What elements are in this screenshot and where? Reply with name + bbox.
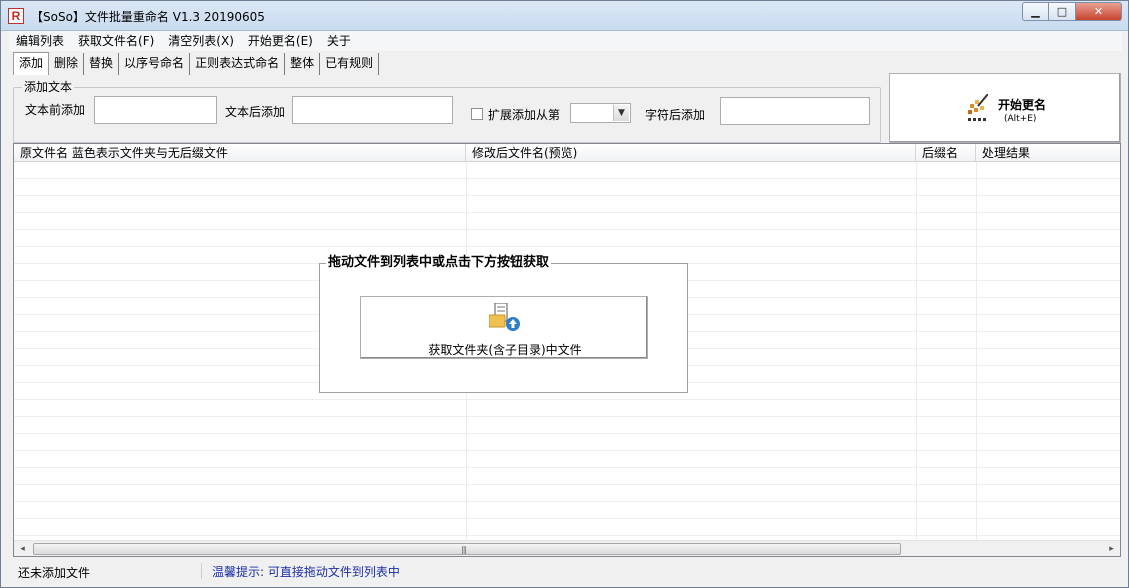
maximize-button[interactable]: □: [1049, 2, 1076, 21]
char-after-label: 字符后添加: [645, 108, 706, 122]
column-divider: [916, 162, 917, 540]
column-extension[interactable]: 后缀名: [916, 144, 976, 162]
prefix-input[interactable]: [94, 96, 217, 124]
tab-regex[interactable]: 正则表达式命名: [190, 53, 286, 75]
status-divider: [201, 563, 202, 579]
extend-label: 扩展添加从第: [488, 108, 561, 122]
menu-bar: 编辑列表 获取文件名(F) 清空列表(X) 开始更名(E) 关于: [9, 31, 1122, 51]
app-logo-icon: R: [8, 8, 24, 24]
drop-area-legend: 拖动文件到列表中或点击下方按钮获取: [326, 255, 552, 271]
add-text-group: 添加文本 文本前添加 文本后添加 扩展添加从第 ▼ 字符后添加: [13, 80, 881, 143]
file-list-header: 原文件名 蓝色表示文件夹与无后缀文件 修改后文件名(预览) 后缀名 处理结果: [14, 144, 1120, 162]
menu-about[interactable]: 关于: [320, 31, 358, 51]
window-title: 【SoSo】文件批量重命名 V1.3 20190605: [31, 10, 265, 24]
folder-upload-icon: [489, 303, 520, 331]
app-window: R 【SoSo】文件批量重命名 V1.3 20190605 ▁ □ ✕ 编辑列表…: [0, 0, 1129, 588]
tab-bar: 添加 删除 替换 以序号命名 正则表达式命名 整体 已有规则: [13, 52, 380, 75]
suffix-label: 文本后添加: [225, 105, 286, 119]
status-message: 还未添加文件: [18, 566, 91, 580]
title-bar: R 【SoSo】文件批量重命名 V1.3 20190605 ▁ □ ✕: [1, 1, 1128, 31]
horizontal-scrollbar[interactable]: ◂ ||| ▸: [14, 540, 1120, 556]
start-rename-button[interactable]: 开始更名 (Alt+E): [889, 73, 1121, 143]
status-bar: 还未添加文件 温馨提示: 可直接拖动文件到列表中: [13, 561, 1121, 583]
tab-sequence[interactable]: 以序号命名: [119, 53, 191, 75]
column-result[interactable]: 处理结果: [976, 144, 1120, 162]
start-rename-label: 开始更名: [998, 98, 1047, 112]
get-folder-files-button[interactable]: 获取文件夹(含子目录)中文件: [360, 296, 648, 359]
get-folder-files-label: 获取文件夹(含子目录)中文件: [428, 343, 582, 357]
minimize-button[interactable]: ▁: [1022, 2, 1049, 21]
column-original-name[interactable]: 原文件名 蓝色表示文件夹与无后缀文件: [14, 144, 466, 162]
tab-add[interactable]: 添加: [13, 52, 50, 75]
scrollbar-grip-icon: |||: [461, 545, 467, 554]
menu-get-filenames[interactable]: 获取文件名(F): [71, 31, 161, 51]
chevron-down-icon[interactable]: ▼: [613, 105, 629, 121]
column-divider: [976, 162, 977, 540]
column-new-name[interactable]: 修改后文件名(预览): [466, 144, 916, 162]
window-controls: ▁ □ ✕: [1022, 2, 1122, 21]
extend-index-select[interactable]: ▼: [570, 103, 631, 123]
tab-replace[interactable]: 替换: [84, 53, 120, 75]
scroll-left-icon[interactable]: ◂: [14, 541, 31, 556]
menu-start-rename[interactable]: 开始更名(E): [241, 31, 320, 51]
scrollbar-thumb[interactable]: |||: [33, 543, 901, 555]
extend-checkbox[interactable]: [471, 108, 483, 120]
prefix-label: 文本前添加: [25, 103, 86, 117]
scroll-right-icon[interactable]: ▸: [1103, 541, 1120, 556]
tab-saved-rules[interactable]: 已有规则: [320, 53, 380, 75]
start-rename-shortcut: (Alt+E): [1004, 114, 1037, 124]
tab-delete[interactable]: 删除: [49, 53, 85, 75]
status-tip: 温馨提示: 可直接拖动文件到列表中: [212, 565, 400, 579]
close-button[interactable]: ✕: [1076, 2, 1122, 21]
rename-wand-icon: [968, 94, 988, 121]
drop-area[interactable]: 拖动文件到列表中或点击下方按钮获取 获取文件夹(含子目录)中文件: [319, 255, 688, 393]
suffix-input[interactable]: [292, 96, 453, 124]
menu-clear-list[interactable]: 清空列表(X): [161, 31, 241, 51]
char-after-input[interactable]: [720, 97, 870, 125]
tab-whole[interactable]: 整体: [285, 53, 321, 75]
add-text-group-legend: 添加文本: [22, 80, 75, 94]
menu-edit-list[interactable]: 编辑列表: [9, 31, 71, 51]
